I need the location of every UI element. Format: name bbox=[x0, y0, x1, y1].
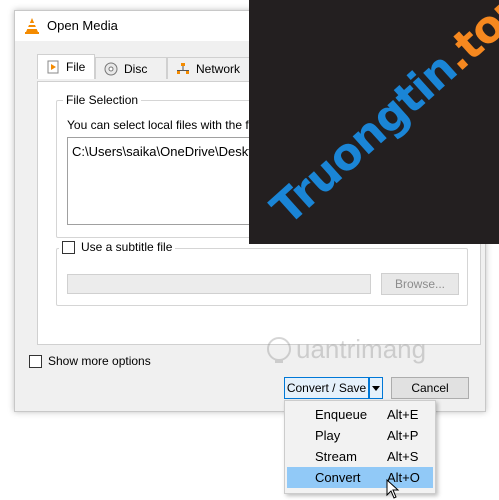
menu-item-play[interactable]: Play Alt+P bbox=[287, 425, 433, 446]
watermark-part1: Truongtin bbox=[261, 43, 467, 235]
show-more-options-label: Show more options bbox=[48, 354, 151, 368]
cancel-button[interactable]: Cancel bbox=[391, 377, 469, 399]
tab-file-label: File bbox=[66, 60, 86, 74]
menu-item-label: Enqueue bbox=[315, 407, 368, 422]
convert-save-dropdown-arrow[interactable] bbox=[369, 377, 383, 399]
watermark-overlay: Truongtin.top bbox=[249, 0, 499, 244]
network-icon bbox=[176, 62, 190, 76]
subtitle-file-input[interactable] bbox=[67, 274, 371, 294]
file-play-icon bbox=[46, 60, 60, 74]
lightbulb-logo-icon bbox=[267, 336, 291, 363]
subtitle-group: Use a subtitle file Browse... bbox=[56, 240, 468, 306]
menu-item-convert[interactable]: Convert Alt+O bbox=[287, 467, 433, 488]
tab-disc-label: Disc bbox=[124, 61, 148, 76]
menu-item-shortcut: Alt+E bbox=[387, 407, 419, 422]
menu-item-label: Convert bbox=[315, 470, 361, 485]
tab-file[interactable]: File bbox=[37, 54, 95, 79]
tab-network-label: Network bbox=[196, 61, 241, 76]
file-list-item[interactable]: C:\Users\saika\OneDrive\Desktop bbox=[72, 144, 266, 159]
quantrimang-text: uantrimang bbox=[296, 334, 427, 364]
mouse-cursor-icon bbox=[386, 479, 400, 499]
quantrimang-watermark: uantrimang bbox=[264, 334, 426, 365]
menu-item-stream[interactable]: Stream Alt+S bbox=[287, 446, 433, 467]
vlc-cone-icon bbox=[25, 18, 39, 34]
watermark-text: Truongtin.top bbox=[261, 0, 499, 235]
chevron-down-icon bbox=[372, 386, 380, 391]
file-selection-description: You can select local files with the foll… bbox=[67, 118, 277, 132]
tab-network[interactable]: Network bbox=[167, 57, 259, 79]
window-title: Open Media bbox=[47, 18, 118, 33]
subtitle-checkbox[interactable] bbox=[62, 240, 75, 254]
show-more-options-checkbox[interactable] bbox=[29, 354, 42, 368]
convert-save-dropdown-menu: Enqueue Alt+E Play Alt+P Stream Alt+S Co… bbox=[284, 400, 436, 494]
menu-item-label: Stream bbox=[315, 449, 357, 464]
show-more-options-row[interactable]: Show more options bbox=[29, 354, 151, 368]
subtitle-checkbox-row[interactable]: Use a subtitle file bbox=[59, 240, 176, 254]
menu-item-shortcut: Alt+P bbox=[387, 428, 419, 443]
menu-item-enqueue[interactable]: Enqueue Alt+E bbox=[287, 404, 433, 425]
tab-disc[interactable]: Disc bbox=[95, 57, 167, 79]
convert-save-button[interactable]: Convert / Save bbox=[284, 377, 369, 399]
menu-item-shortcut: Alt+S bbox=[387, 449, 419, 464]
file-selection-legend: File Selection bbox=[63, 93, 142, 107]
menu-item-label: Play bbox=[315, 428, 341, 443]
browse-button[interactable]: Browse... bbox=[381, 273, 459, 295]
subtitle-checkbox-label: Use a subtitle file bbox=[81, 240, 173, 254]
disc-icon bbox=[104, 62, 118, 76]
